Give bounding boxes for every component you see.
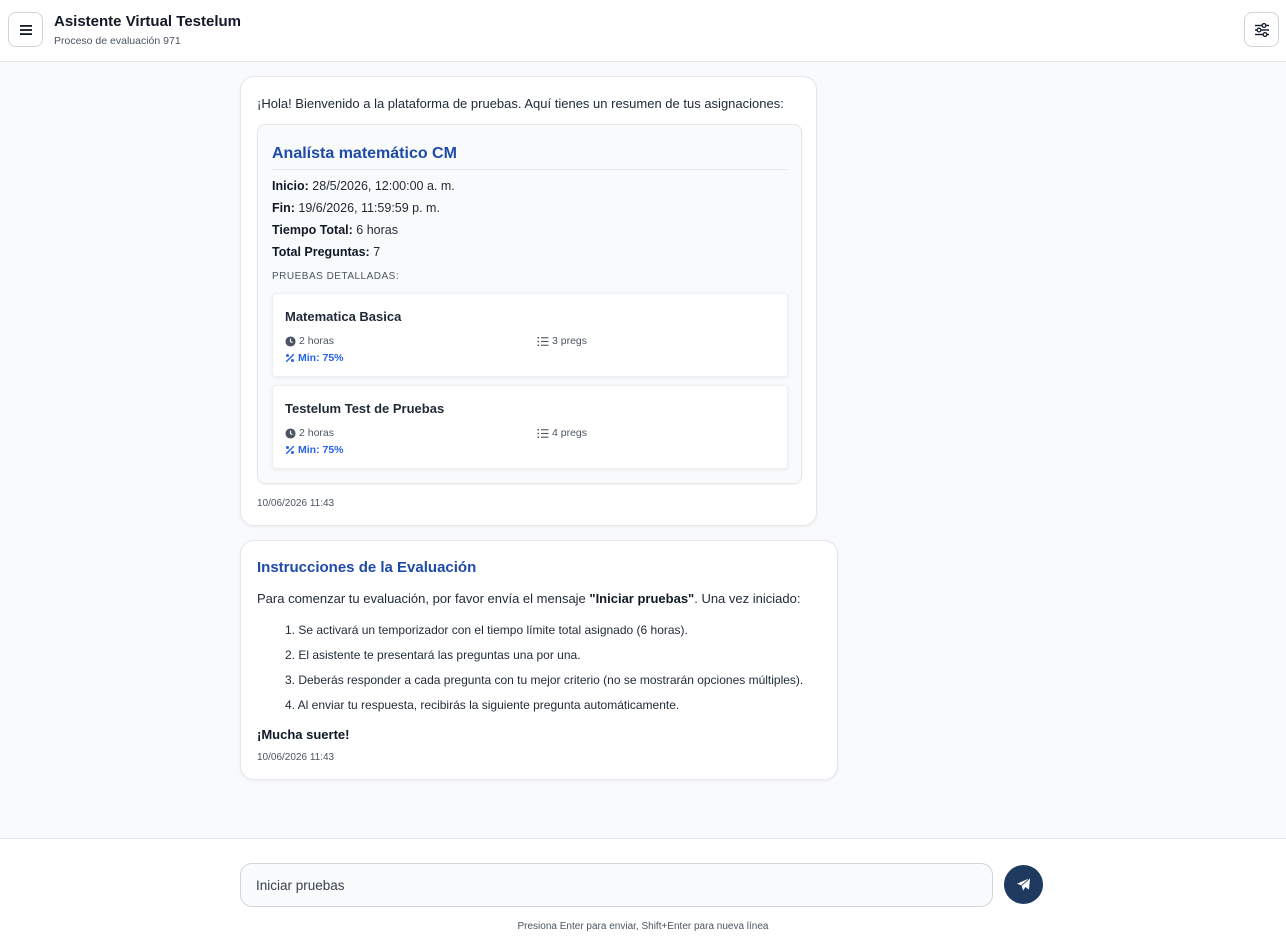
start-date-row: Inicio: 28/5/2026, 12:00:00 a. m. bbox=[272, 179, 455, 193]
welcome-message: ¡Hola! Bienvenido a la plataforma de pru… bbox=[240, 76, 817, 526]
list-ol-icon bbox=[537, 428, 549, 438]
list-item: 3. Deberás responder a cada pregunta con… bbox=[285, 673, 804, 687]
list-item: 1. Se activará un temporizador con el ti… bbox=[285, 623, 688, 637]
test-card: Testelum Test de Pruebas 2 horas 4 pregs… bbox=[272, 385, 788, 469]
test-name: Matematica Basica bbox=[285, 309, 402, 324]
list-item: 2. El asistente te presentará las pregun… bbox=[285, 648, 581, 662]
total-questions-row: Total Preguntas: 7 bbox=[272, 245, 381, 259]
assignment-title: Analísta matemático CM bbox=[272, 145, 457, 162]
total-time-row: Tiempo Total: 6 horas bbox=[272, 223, 398, 237]
details-heading: PRUEBAS DETALLADAS: bbox=[272, 271, 400, 282]
app-title: Asistente Virtual Testelum bbox=[54, 13, 242, 30]
welcome-text: ¡Hola! Bienvenido a la plataforma de pru… bbox=[257, 96, 784, 111]
test-min-score: Min: 75% bbox=[285, 444, 344, 456]
list-ol-icon bbox=[537, 336, 549, 346]
list-item: 4. Al enviar tu respuesta, recibirás la … bbox=[285, 698, 680, 712]
test-duration: 2 horas bbox=[285, 335, 334, 347]
message-timestamp: 10/06/2026 11:43 bbox=[257, 752, 335, 763]
instructions-title: Instrucciones de la Evaluación bbox=[257, 559, 477, 576]
clock-icon bbox=[285, 335, 296, 347]
message-input[interactable] bbox=[240, 863, 993, 907]
end-date-row: Fin: 19/6/2026, 11:59:59 p. m. bbox=[272, 201, 440, 215]
test-duration: 2 horas bbox=[285, 427, 334, 439]
menu-button[interactable] bbox=[8, 12, 43, 47]
clock-icon bbox=[285, 427, 296, 439]
composer-area: Presiona Enter para enviar, Shift+Enter … bbox=[0, 838, 1286, 940]
hamburger-icon bbox=[19, 24, 32, 35]
app-header: Asistente Virtual Testelum Proceso de ev… bbox=[0, 0, 1286, 62]
paper-plane-icon bbox=[1016, 877, 1031, 891]
message-timestamp: 10/06/2026 11:43 bbox=[257, 498, 335, 509]
closing-text: ¡Mucha suerte! bbox=[257, 727, 350, 742]
assignment-card: Analísta matemático CM Inicio: 28/5/2026… bbox=[257, 124, 802, 484]
percent-icon bbox=[285, 353, 295, 363]
test-card: Matematica Basica 2 horas 3 pregs Min: 7… bbox=[272, 293, 788, 377]
test-min-score: Min: 75% bbox=[285, 352, 344, 364]
instructions-message: Instrucciones de la Evaluación Para come… bbox=[240, 540, 838, 780]
app-subtitle: Proceso de evaluación 971 bbox=[54, 35, 181, 47]
instructions-list: 1. Se activará un temporizador con el ti… bbox=[285, 621, 803, 721]
test-questions: 3 pregs bbox=[537, 335, 587, 347]
input-hint: Presiona Enter para enviar, Shift+Enter … bbox=[517, 921, 769, 932]
instructions-intro: Para comenzar tu evaluación, por favor e… bbox=[257, 591, 801, 606]
settings-button[interactable] bbox=[1244, 12, 1279, 47]
test-name: Testelum Test de Pruebas bbox=[285, 401, 445, 416]
divider bbox=[272, 169, 787, 170]
percent-icon bbox=[285, 445, 295, 455]
send-button[interactable] bbox=[1004, 865, 1043, 904]
test-questions: 4 pregs bbox=[537, 427, 587, 439]
sliders-icon bbox=[1254, 22, 1269, 37]
